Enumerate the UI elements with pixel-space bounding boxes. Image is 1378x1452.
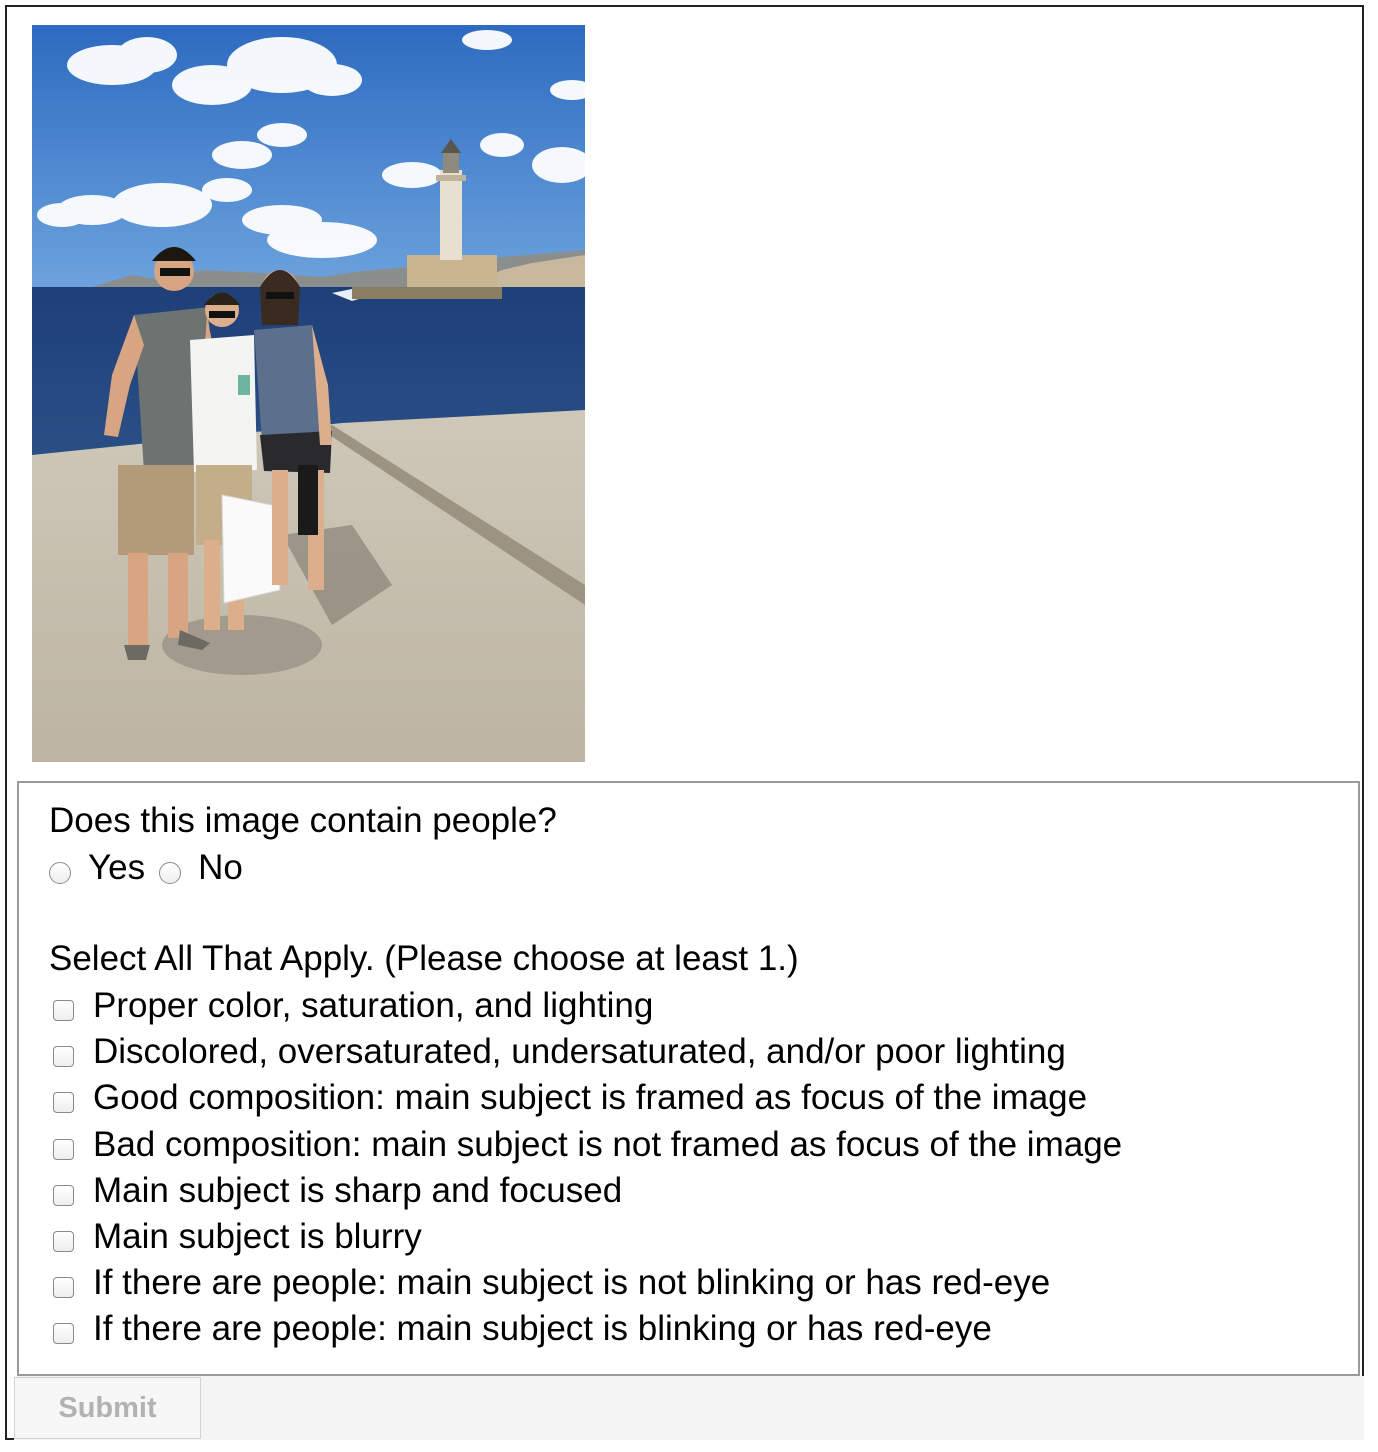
checklist-item[interactable]: Main subject is blurry	[53, 1214, 1122, 1260]
checklist-item-label[interactable]: Good composition: main subject is framed…	[93, 1078, 1087, 1118]
checklist-item-label[interactable]: Main subject is sharp and focused	[93, 1171, 622, 1211]
radio-yes[interactable]	[49, 862, 71, 884]
task-photo	[32, 25, 585, 762]
checkbox[interactable]	[53, 1092, 74, 1114]
checklist-item[interactable]: Main subject is sharp and focused	[53, 1168, 1122, 1214]
submit-bar	[14, 1376, 1364, 1440]
checklist-item[interactable]: If there are people: main subject is not…	[53, 1260, 1122, 1306]
radio-no-label[interactable]: No	[198, 848, 243, 888]
people-question: Does this image contain people?	[49, 801, 557, 840]
checklist-item[interactable]: If there are people: main subject is bli…	[53, 1306, 1122, 1352]
radio-no[interactable]	[159, 862, 182, 884]
checklist-heading: Select All That Apply. (Please choose at…	[49, 939, 799, 978]
checklist-item-label[interactable]: Discolored, oversaturated, undersaturate…	[93, 1032, 1066, 1072]
checklist-item-label[interactable]: If there are people: main subject is not…	[93, 1263, 1050, 1303]
checklist-item[interactable]: Discolored, oversaturated, undersaturate…	[53, 1029, 1122, 1075]
radio-yes-label[interactable]: Yes	[88, 848, 145, 888]
checkbox[interactable]	[53, 1323, 74, 1345]
checklist-item[interactable]: Proper color, saturation, and lighting	[53, 983, 1122, 1029]
checklist-item-label[interactable]: If there are people: main subject is bli…	[93, 1309, 992, 1349]
checkbox[interactable]	[53, 1138, 74, 1160]
checklist-item[interactable]: Bad composition: main subject is not fra…	[53, 1122, 1122, 1168]
submit-button[interactable]: Submit	[14, 1377, 201, 1439]
people-radio-group: Yes No	[49, 846, 257, 890]
checkbox[interactable]	[53, 1000, 74, 1022]
checkbox[interactable]	[53, 1231, 74, 1253]
quality-checklist: Proper color, saturation, and lighting D…	[53, 983, 1122, 1353]
checklist-item-label[interactable]: Main subject is blurry	[93, 1217, 422, 1257]
checklist-item[interactable]: Good composition: main subject is framed…	[53, 1075, 1122, 1121]
checkbox[interactable]	[53, 1277, 74, 1299]
checklist-item-label[interactable]: Bad composition: main subject is not fra…	[93, 1125, 1122, 1165]
checkbox[interactable]	[53, 1046, 74, 1068]
checklist-item-label[interactable]: Proper color, saturation, and lighting	[93, 986, 653, 1026]
checkbox[interactable]	[53, 1184, 74, 1206]
